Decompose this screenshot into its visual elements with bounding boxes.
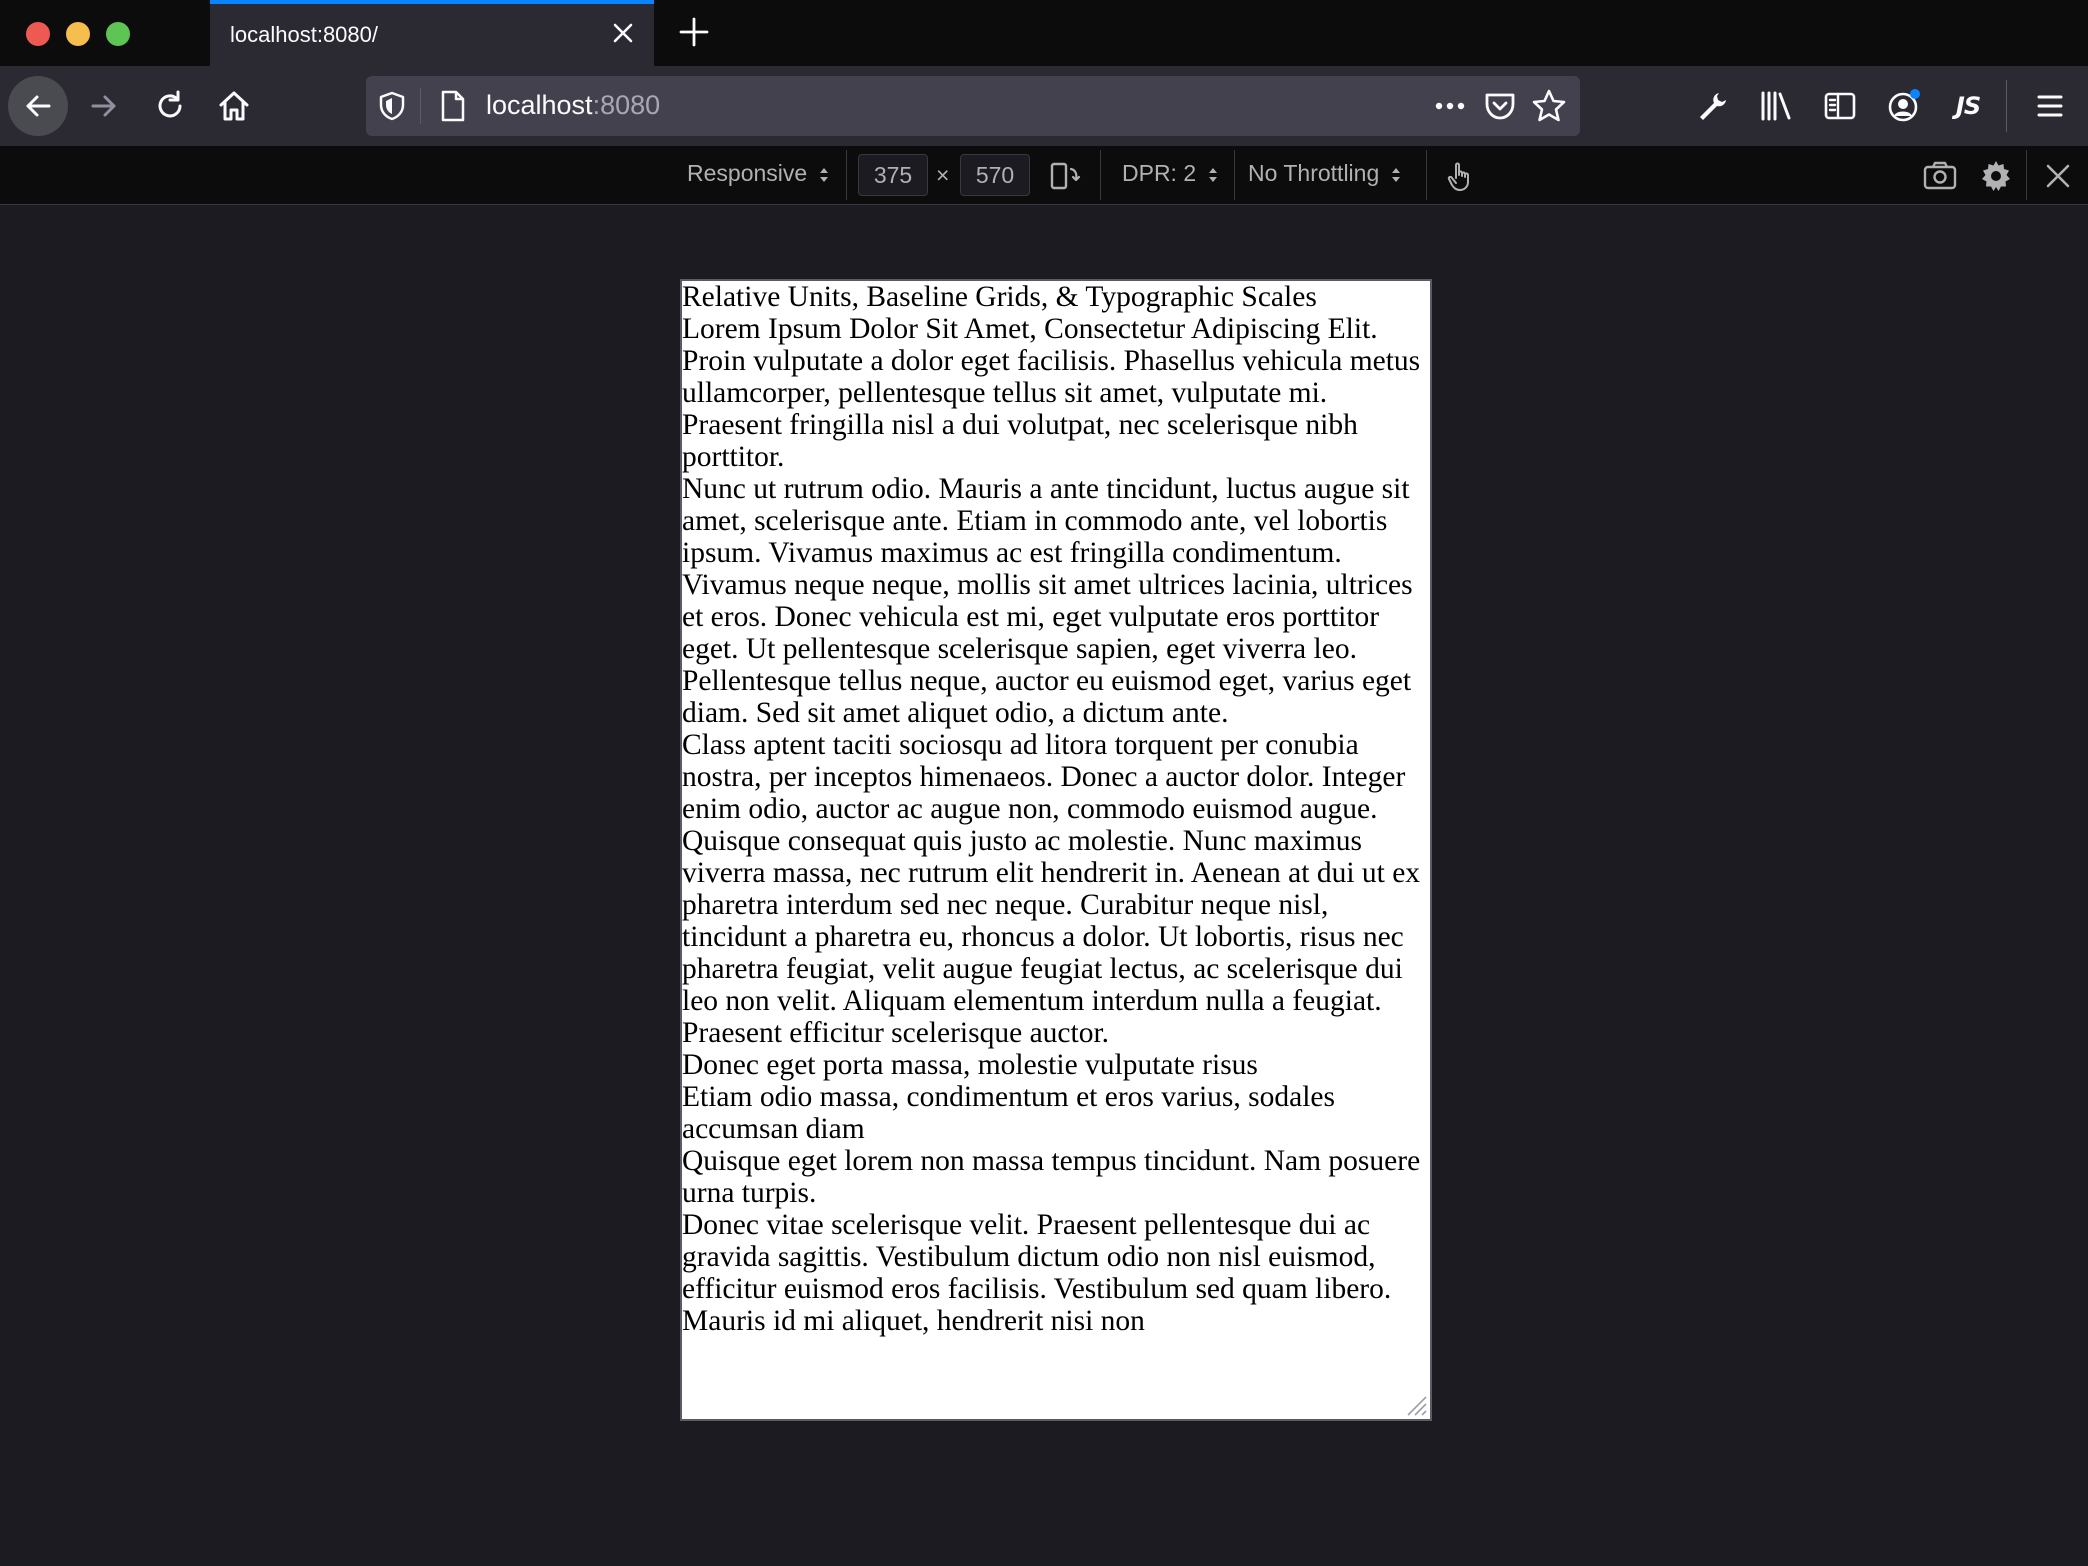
bookmark-star-icon[interactable] bbox=[1530, 87, 1568, 125]
rdm-divider bbox=[846, 150, 847, 200]
rdm-divider bbox=[1100, 150, 1101, 200]
device-selector-label: Responsive bbox=[687, 160, 808, 186]
url-bar[interactable]: localhost:8080 bbox=[366, 76, 1580, 136]
page-heading: Relative Units, Baseline Grids, & Typogr… bbox=[682, 281, 1317, 313]
forward-arrow-icon bbox=[91, 95, 116, 117]
window-maximize-button[interactable] bbox=[106, 22, 130, 46]
home-icon bbox=[219, 91, 249, 121]
page-subheading: Lorem Ipsum Dolor Sit Amet, Consectetur … bbox=[682, 313, 1378, 345]
pocket-icon[interactable] bbox=[1482, 88, 1518, 124]
throttling-label: No Throttling bbox=[1248, 160, 1380, 186]
resize-handle-icon[interactable] bbox=[1400, 1389, 1428, 1417]
window-close-button[interactable] bbox=[26, 22, 50, 46]
paragraph: Proin vulputate a dolor eget facilisis. … bbox=[682, 345, 1421, 473]
developer-tools-button[interactable] bbox=[1686, 80, 1738, 132]
sidebar-icon bbox=[1824, 92, 1856, 120]
url-host: localhost bbox=[486, 90, 593, 120]
settings-gear-icon[interactable] bbox=[1978, 158, 2014, 194]
tab-close-icon[interactable] bbox=[606, 16, 640, 50]
application-menu-button[interactable] bbox=[2024, 80, 2076, 132]
url-bar-divider bbox=[420, 88, 421, 124]
rdm-divider bbox=[1234, 150, 1235, 200]
responsive-stage: Relative Units, Baseline Grids, & Typogr… bbox=[0, 205, 2088, 1566]
paragraph: Etiam odio massa, condimentum et eros va… bbox=[682, 1081, 1335, 1145]
tab-title: localhost:8080/ bbox=[230, 22, 378, 47]
tab-active[interactable]: localhost:8080/ bbox=[210, 0, 654, 66]
paragraph: Class aptent taciti sociosqu ad litora t… bbox=[682, 729, 1421, 1049]
library-button[interactable] bbox=[1750, 80, 1802, 132]
close-rdm-icon[interactable] bbox=[2040, 158, 2076, 194]
toolbar-divider bbox=[2006, 80, 2007, 132]
reload-icon bbox=[158, 90, 182, 118]
paragraph: Nunc ut rutrum odio. Mauris a ante tinci… bbox=[682, 473, 1413, 729]
page-content: Relative Units, Baseline Grids, & Typogr… bbox=[682, 281, 1430, 1337]
paragraph: Quisque eget lorem non massa tempus tinc… bbox=[682, 1145, 1421, 1209]
dpr-label: DPR: 2 bbox=[1122, 160, 1197, 186]
dpr-selector[interactable]: DPR: 2 bbox=[1122, 160, 1219, 187]
navigation-toolbar: localhost:8080 JS bbox=[0, 66, 2088, 146]
touch-simulation-icon[interactable] bbox=[1442, 158, 1478, 194]
tracking-protection-shield-icon[interactable] bbox=[376, 90, 408, 122]
updown-arrows-icon bbox=[1391, 167, 1400, 182]
dimension-separator: × bbox=[936, 162, 950, 188]
back-arrow-icon bbox=[26, 95, 51, 117]
rdm-divider bbox=[2026, 150, 2027, 200]
menu-icon bbox=[2037, 95, 2063, 117]
throttling-selector[interactable]: No Throttling bbox=[1248, 160, 1402, 187]
url-text[interactable]: localhost:8080 bbox=[486, 90, 660, 121]
wrench-icon bbox=[1700, 93, 1726, 120]
account-button[interactable] bbox=[1878, 80, 1930, 132]
viewport-height-input[interactable]: 570 bbox=[960, 154, 1030, 196]
page-info-icon[interactable] bbox=[438, 89, 468, 123]
js-extension-button[interactable]: JS bbox=[1942, 80, 1994, 132]
responsive-design-toolbar: Responsive 375 × 570 DPR: 2 No Throttlin… bbox=[0, 146, 2088, 205]
sidebar-toggle-button[interactable] bbox=[1814, 80, 1866, 132]
page-actions-more-icon[interactable] bbox=[1432, 92, 1468, 120]
library-icon bbox=[1761, 91, 1791, 121]
paragraph: Donec vitae scelerisque velit. Praesent … bbox=[682, 1209, 1392, 1337]
window-minimize-button[interactable] bbox=[66, 22, 90, 46]
device-viewport[interactable]: Relative Units, Baseline Grids, & Typogr… bbox=[680, 279, 1432, 1421]
forward-button[interactable] bbox=[74, 76, 134, 136]
rotate-viewport-icon[interactable] bbox=[1046, 158, 1082, 194]
account-icon bbox=[1888, 89, 1920, 122]
updown-arrows-icon bbox=[819, 167, 828, 182]
viewport-width-input[interactable]: 375 bbox=[858, 154, 928, 196]
paragraph: Donec eget porta massa, molestie vulputa… bbox=[682, 1049, 1258, 1081]
js-icon: JS bbox=[1955, 92, 1981, 120]
home-button[interactable] bbox=[204, 76, 264, 136]
back-button[interactable] bbox=[8, 76, 68, 136]
new-tab-icon[interactable] bbox=[676, 14, 712, 50]
device-selector[interactable]: Responsive bbox=[687, 160, 830, 187]
tab-strip: localhost:8080/ bbox=[0, 0, 2088, 66]
url-port: :8080 bbox=[592, 90, 661, 120]
screenshot-camera-icon[interactable] bbox=[1922, 158, 1958, 194]
updown-arrows-icon bbox=[1208, 167, 1217, 182]
rdm-divider bbox=[1426, 150, 1427, 200]
reload-button[interactable] bbox=[140, 76, 200, 136]
